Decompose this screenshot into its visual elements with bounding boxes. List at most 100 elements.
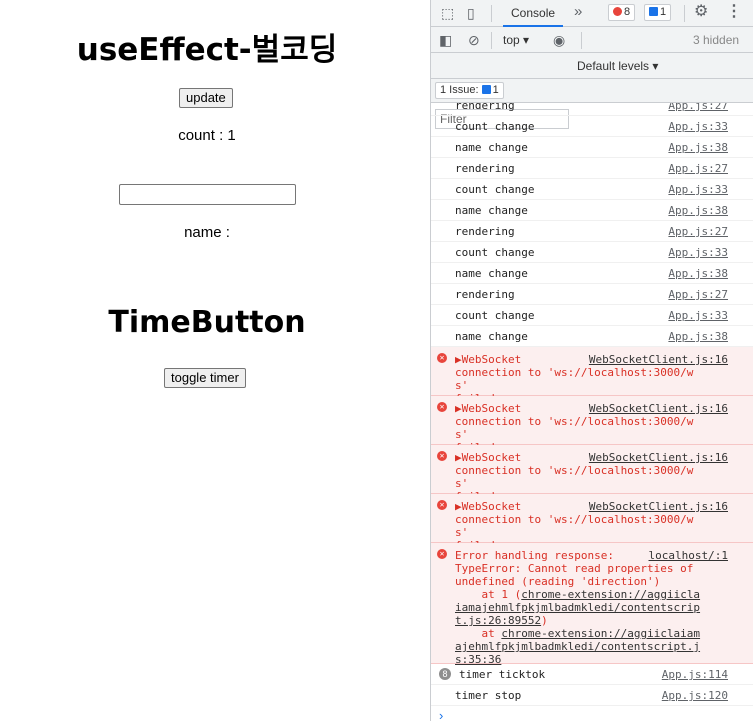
error-x-icon: ✕ [437, 402, 447, 412]
log-source-link[interactable]: App.js:114 [662, 668, 728, 681]
timebutton-title: TimeButton [108, 305, 306, 340]
log-row: rendering App.js:27 [431, 103, 753, 116]
error-source-link[interactable]: WebSocketClient.js:16 [589, 500, 728, 513]
toolbar-divider [581, 32, 582, 49]
dropdown-arrow-icon: ▾ [523, 33, 530, 47]
error-title: Error handling response: [455, 549, 614, 562]
error-source-link[interactable]: WebSocketClient.js:16 [589, 451, 728, 464]
more-tabs-icon[interactable]: » [574, 4, 582, 19]
context-label: top [503, 33, 520, 47]
error-row[interactable]: ✕ ▶WebSocket connection to 'ws://localhos… [431, 396, 753, 454]
log-row: timer stop App.js:120 [431, 685, 753, 706]
devtools-panel: ⬚ ▯ Console » 8 1 ⚙ ⋮ ◧ ⊘ top ▾ ◉ 3 hidd… [430, 0, 753, 721]
log-source-link[interactable]: App.js:27 [668, 225, 728, 238]
error-row[interactable]: ✕ ▶WebSocket connection to 'ws://localhos… [431, 347, 753, 405]
error-x-icon: ✕ [437, 500, 447, 510]
error-row[interactable]: ✕ ▶WebSocket connection to 'ws://localhos… [431, 494, 753, 552]
log-source-link[interactable]: App.js:33 [668, 309, 728, 322]
log-message: name change [455, 204, 528, 217]
react-app-page: useEffect-벌코딩 update count : 1 name : Ti… [0, 0, 430, 721]
log-message: timer ticktok [459, 668, 546, 681]
log-row: name change App.js:38 [431, 137, 753, 158]
log-source-link[interactable]: App.js:38 [668, 330, 728, 343]
error-x-icon: ✕ [437, 353, 447, 363]
log-message: count change [455, 183, 535, 196]
issues-count: 1 [492, 84, 499, 96]
log-row: count change App.js:33 [431, 242, 753, 263]
console-prompt-row[interactable]: › [431, 706, 753, 721]
stack-prefix: at [455, 627, 502, 640]
toolbar-divider [491, 32, 492, 49]
log-source-link[interactable]: App.js:27 [668, 103, 728, 112]
issues-bar: 1 Issue: 1 [431, 79, 753, 103]
console-toolbar: ◧ ⊘ top ▾ ◉ 3 hidden [431, 27, 753, 53]
log-levels-label: Default levels [577, 59, 650, 73]
log-message: timer stop [455, 689, 522, 702]
update-button[interactable]: update [179, 88, 233, 108]
log-row: count change App.js:33 [431, 305, 753, 326]
name-input[interactable] [119, 184, 296, 205]
log-source-link[interactable]: App.js:33 [668, 120, 728, 133]
hidden-count: 3 hidden [693, 33, 740, 47]
log-message: count change [455, 120, 535, 133]
page-title-useeffect: useEffect-벌코딩 [76, 32, 338, 68]
error-count: 8 [624, 6, 631, 18]
error-x-icon: ✕ [437, 451, 447, 461]
error-handling-message: Error handling response: TypeError: Cann… [455, 549, 705, 666]
log-source-link[interactable]: App.js:38 [668, 267, 728, 280]
clear-console-icon[interactable]: ⊘ [468, 33, 480, 47]
error-source-link[interactable]: WebSocketClient.js:16 [589, 353, 728, 366]
repeat-count-badge: 8 [439, 668, 451, 680]
issues-button[interactable]: 1 Issue: 1 [435, 82, 504, 99]
error-x-icon: ✕ [437, 549, 447, 559]
log-message: rendering [455, 103, 515, 112]
log-levels-dropdown[interactable]: Default levels ▾ [577, 59, 658, 73]
count-text: count : 1 [178, 127, 236, 144]
console-log-area[interactable]: rendering App.js:27 count change App.js:33… [431, 103, 753, 721]
log-message: name change [455, 141, 528, 154]
log-source-link[interactable]: App.js:33 [668, 183, 728, 196]
error-row[interactable]: ✕ ▶WebSocket connection to 'ws://localhos… [431, 445, 753, 503]
device-toolbar-icon[interactable]: ▯ [467, 6, 475, 20]
tab-console[interactable]: Console [503, 0, 564, 27]
sidebar-toggle-icon[interactable]: ◧ [439, 33, 452, 47]
filter-bar: Filter Default levels ▾ [431, 53, 753, 129]
message-count-badge[interactable]: 1 [644, 4, 672, 21]
message-icon [649, 7, 658, 16]
log-row: rendering App.js:27 [431, 158, 753, 179]
settings-gear-icon[interactable]: ⚙ [694, 4, 708, 20]
live-expression-eye-icon[interactable]: ◉ [553, 33, 565, 47]
error-source-link[interactable]: localhost/:1 [649, 549, 728, 562]
log-source-link[interactable]: App.js:33 [668, 246, 728, 259]
prompt-chevron-icon: › [439, 708, 444, 721]
error-handling-row[interactable]: ✕ Error handling response: TypeError: Ca… [431, 543, 753, 666]
more-options-icon[interactable]: ⋮ [726, 4, 742, 20]
inspect-element-icon[interactable]: ⬚ [441, 6, 454, 20]
dropdown-arrow-icon: ▾ [652, 59, 659, 73]
log-message: count change [455, 246, 535, 259]
error-count-badge[interactable]: 8 [608, 4, 636, 21]
log-row: count change App.js:33 [431, 179, 753, 200]
toolbar-divider [491, 5, 492, 22]
stack-prefix: at 1 ( [455, 588, 522, 601]
log-source-link[interactable]: App.js:38 [668, 204, 728, 217]
log-source-link[interactable]: App.js:27 [668, 288, 728, 301]
log-row: count change App.js:33 [431, 116, 753, 137]
context-selector[interactable]: top ▾ [503, 33, 529, 47]
log-source-link[interactable]: App.js:27 [668, 162, 728, 175]
log-message: count change [455, 309, 535, 322]
log-row: rendering App.js:27 [431, 284, 753, 305]
log-row: name change App.js:38 [431, 263, 753, 284]
log-source-link[interactable]: App.js:38 [668, 141, 728, 154]
log-message: rendering [455, 288, 515, 301]
toggle-timer-button[interactable]: toggle timer [164, 368, 246, 388]
log-message: name change [455, 267, 528, 280]
log-message: rendering [455, 162, 515, 175]
log-row: rendering App.js:27 [431, 221, 753, 242]
log-source-link[interactable]: App.js:120 [662, 689, 728, 702]
issues-label: 1 Issue: [440, 84, 479, 96]
error-source-link[interactable]: WebSocketClient.js:16 [589, 402, 728, 415]
error-type: TypeError: Cannot read properties of und… [455, 562, 694, 588]
name-text: name : [184, 224, 230, 241]
error-icon [613, 7, 622, 16]
